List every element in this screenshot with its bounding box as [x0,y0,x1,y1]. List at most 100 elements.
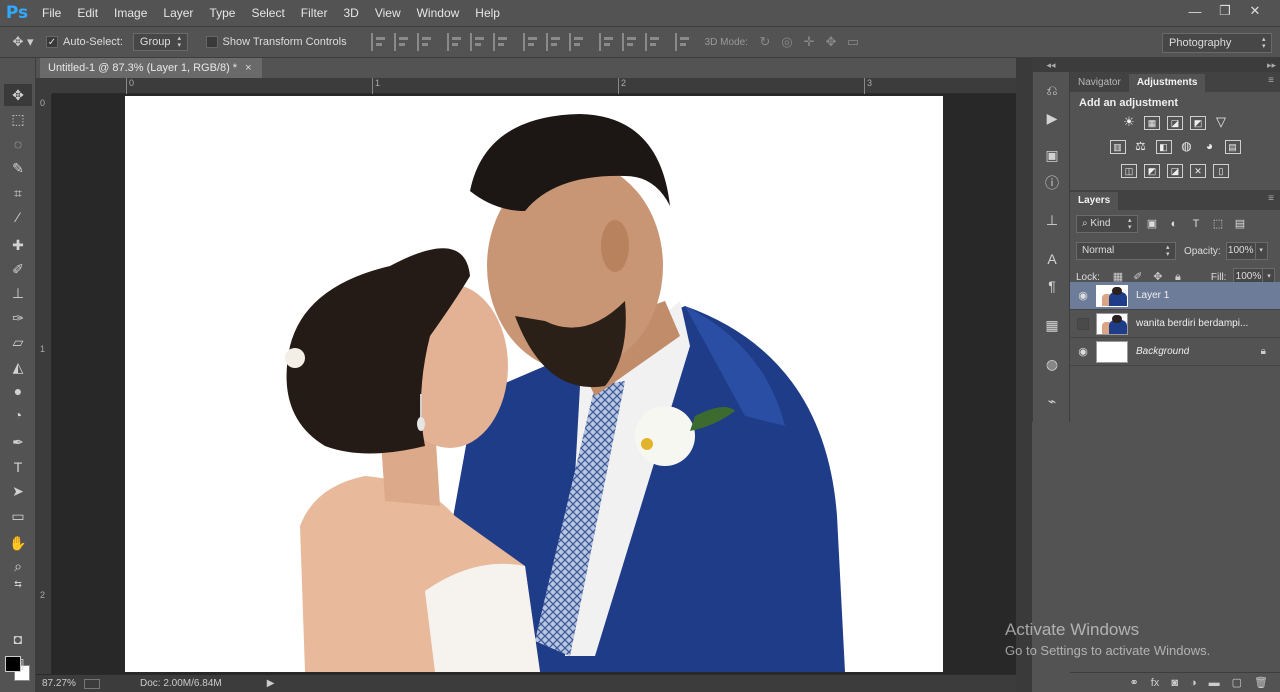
clone-source-panel-icon[interactable]: ⊥ [1042,210,1062,230]
color-lookup-icon[interactable]: ▤ [1224,140,1241,154]
restore-button[interactable]: ❐ [1210,3,1240,19]
selective-color-icon[interactable]: ✕ [1190,164,1206,178]
foreground-color-swatch[interactable] [5,656,21,672]
new-adjustment-layer-icon[interactable]: ◑ [1190,677,1197,689]
auto-select-mode-dropdown[interactable]: Group [132,33,188,51]
quick-select-tool-icon[interactable]: ✎ [4,157,32,179]
paths-panel-icon[interactable]: ⌁ [1042,391,1062,411]
3d-rotate-icon[interactable]: ↻ [756,33,774,51]
menu-layer[interactable]: Layer [155,0,201,26]
close-tab-icon[interactable]: × [245,62,251,74]
document-tab[interactable]: Untitled-1 @ 87.3% (Layer 1, RGB/8) * × [40,58,262,78]
levels-icon[interactable]: ▦ [1144,116,1160,130]
menu-help[interactable]: Help [467,0,508,26]
character-panel-icon[interactable]: A [1042,249,1062,269]
eraser-tool-icon[interactable]: ▱ [4,331,32,353]
history-panel-icon[interactable]: ⎌ [1042,80,1062,100]
menu-type[interactable]: Type [201,0,243,26]
distribute-hcenter-icon[interactable] [621,33,640,51]
add-mask-icon[interactable]: ◙ [1171,677,1178,689]
type-tool-icon[interactable]: T [4,456,32,478]
menu-file[interactable]: File [34,0,69,26]
info-panel-icon[interactable]: ⓘ [1042,173,1062,193]
color-balance-icon[interactable]: ⚖ [1133,140,1149,154]
layer-row-background[interactable]: ◉ Background 🔒︎ [1070,338,1280,366]
align-hcenter-icon[interactable] [469,33,488,51]
photo-filter-icon[interactable]: ◍ [1179,140,1195,154]
actions-panel-icon[interactable]: ▶ [1042,108,1062,128]
distribute-bottom-icon[interactable] [568,33,587,51]
distribute-right-icon[interactable] [644,33,663,51]
canvas-area[interactable] [52,94,1016,674]
exposure-icon[interactable]: ◩ [1190,116,1206,130]
align-vcenter-icon[interactable] [393,33,412,51]
collapse-strip-button[interactable]: ◂◂ [1032,58,1070,72]
menu-view[interactable]: View [367,0,409,26]
distribute-top-icon[interactable] [522,33,541,51]
eyedropper-tool-icon[interactable]: ⁄ [4,206,32,228]
layer-row-layer-1[interactable]: ◉ Layer 1 [1070,282,1280,310]
brush-presets-panel-icon[interactable]: ▦ [1042,315,1062,335]
menu-edit[interactable]: Edit [69,0,106,26]
hand-tool-icon[interactable]: ✋ [4,532,32,554]
hue-saturation-icon[interactable]: ▥ [1109,140,1126,154]
shape-filter-icon[interactable]: ⬚ [1210,217,1226,231]
new-group-icon[interactable]: ▬ [1209,677,1220,689]
paint-bucket-tool-icon[interactable]: ◭ [4,356,32,378]
adjustment-filter-icon[interactable]: ◐ [1166,217,1182,231]
lasso-tool-icon[interactable]: ◌ [4,133,32,155]
auto-select-checkbox[interactable]: ✓ [46,36,58,48]
visibility-off-toggle[interactable] [1077,317,1089,330]
pen-tool-icon[interactable]: ✒ [4,431,32,453]
threshold-icon[interactable]: ◪ [1167,164,1183,178]
swap-colors-icon[interactable]: ⇆ [4,576,32,592]
align-top-icon[interactable] [370,33,389,51]
menu-filter[interactable]: Filter [293,0,336,26]
layer-style-icon[interactable]: fx [1151,677,1160,689]
healing-brush-tool-icon[interactable]: ✚ [4,234,32,256]
new-layer-icon[interactable]: ▢ [1232,676,1242,689]
marquee-tool-icon[interactable]: ⬚ [4,108,32,130]
3d-pan-icon[interactable]: ✛ [800,33,818,51]
paragraph-panel-icon[interactable]: ¶ [1042,276,1062,296]
layer-name[interactable]: wanita berdiri berdampi... [1136,318,1248,329]
auto-align-icon[interactable] [674,33,693,51]
clone-stamp-tool-icon[interactable]: ⊥ [4,282,32,304]
document-canvas[interactable] [125,96,943,672]
smart-object-filter-icon[interactable]: ▤ [1232,217,1248,231]
align-bottom-icon[interactable] [416,33,435,51]
brightness-contrast-icon[interactable]: ☀ [1121,115,1137,130]
pixel-filter-icon[interactable]: ▣ [1144,217,1160,231]
channel-mixer-icon[interactable]: ◕ [1202,140,1218,154]
vertical-ruler[interactable]: 0 1 2 [36,94,52,674]
quick-mask-icon[interactable]: ◘ [4,628,32,650]
crop-tool-icon[interactable]: ⌗ [4,182,32,204]
layer-name[interactable]: Layer 1 [1136,290,1169,301]
panel-menu-icon[interactable]: ≡ [1268,75,1274,86]
brush-tool-icon[interactable]: ✐ [4,258,32,280]
rectangle-tool-icon[interactable]: ▭ [4,505,32,527]
opacity-arrow-icon[interactable]: ▾ [1255,242,1268,260]
align-left-icon[interactable] [446,33,465,51]
delete-layer-icon[interactable]: 🗑︎ [1254,676,1268,689]
dodge-tool-icon[interactable]: ◔ [4,404,32,426]
blend-mode-dropdown[interactable]: Normal [1076,242,1176,260]
move-tool-preset-icon[interactable]: ✥ ▾ [0,34,46,50]
zoom-tool-icon[interactable]: ⌕ [4,555,32,577]
tab-adjustments[interactable]: Adjustments [1128,74,1206,92]
layer-row-smart-object[interactable]: wanita berdiri berdampi... [1070,310,1280,338]
menu-select[interactable]: Select [243,0,292,26]
close-button[interactable]: ✕ [1240,3,1270,19]
type-filter-icon[interactable]: T [1188,217,1204,231]
history-brush-tool-icon[interactable]: ✑ [4,307,32,329]
layers-panel-menu-icon[interactable]: ≡ [1268,193,1274,204]
align-right-icon[interactable] [492,33,511,51]
gradient-map-icon[interactable]: ▯ [1213,164,1229,178]
minimize-button[interactable]: — [1180,4,1210,19]
kind-filter-dropdown[interactable]: ⌕ Kind [1076,215,1138,233]
zoom-level[interactable]: 87.27% [42,678,84,689]
layer-lock-icon[interactable]: 🔒︎ [1261,346,1266,357]
workspace-dropdown[interactable]: Photography [1162,33,1272,53]
transform-controls-checkbox[interactable] [205,36,218,48]
link-layers-icon[interactable]: ⚭ [1130,676,1139,689]
